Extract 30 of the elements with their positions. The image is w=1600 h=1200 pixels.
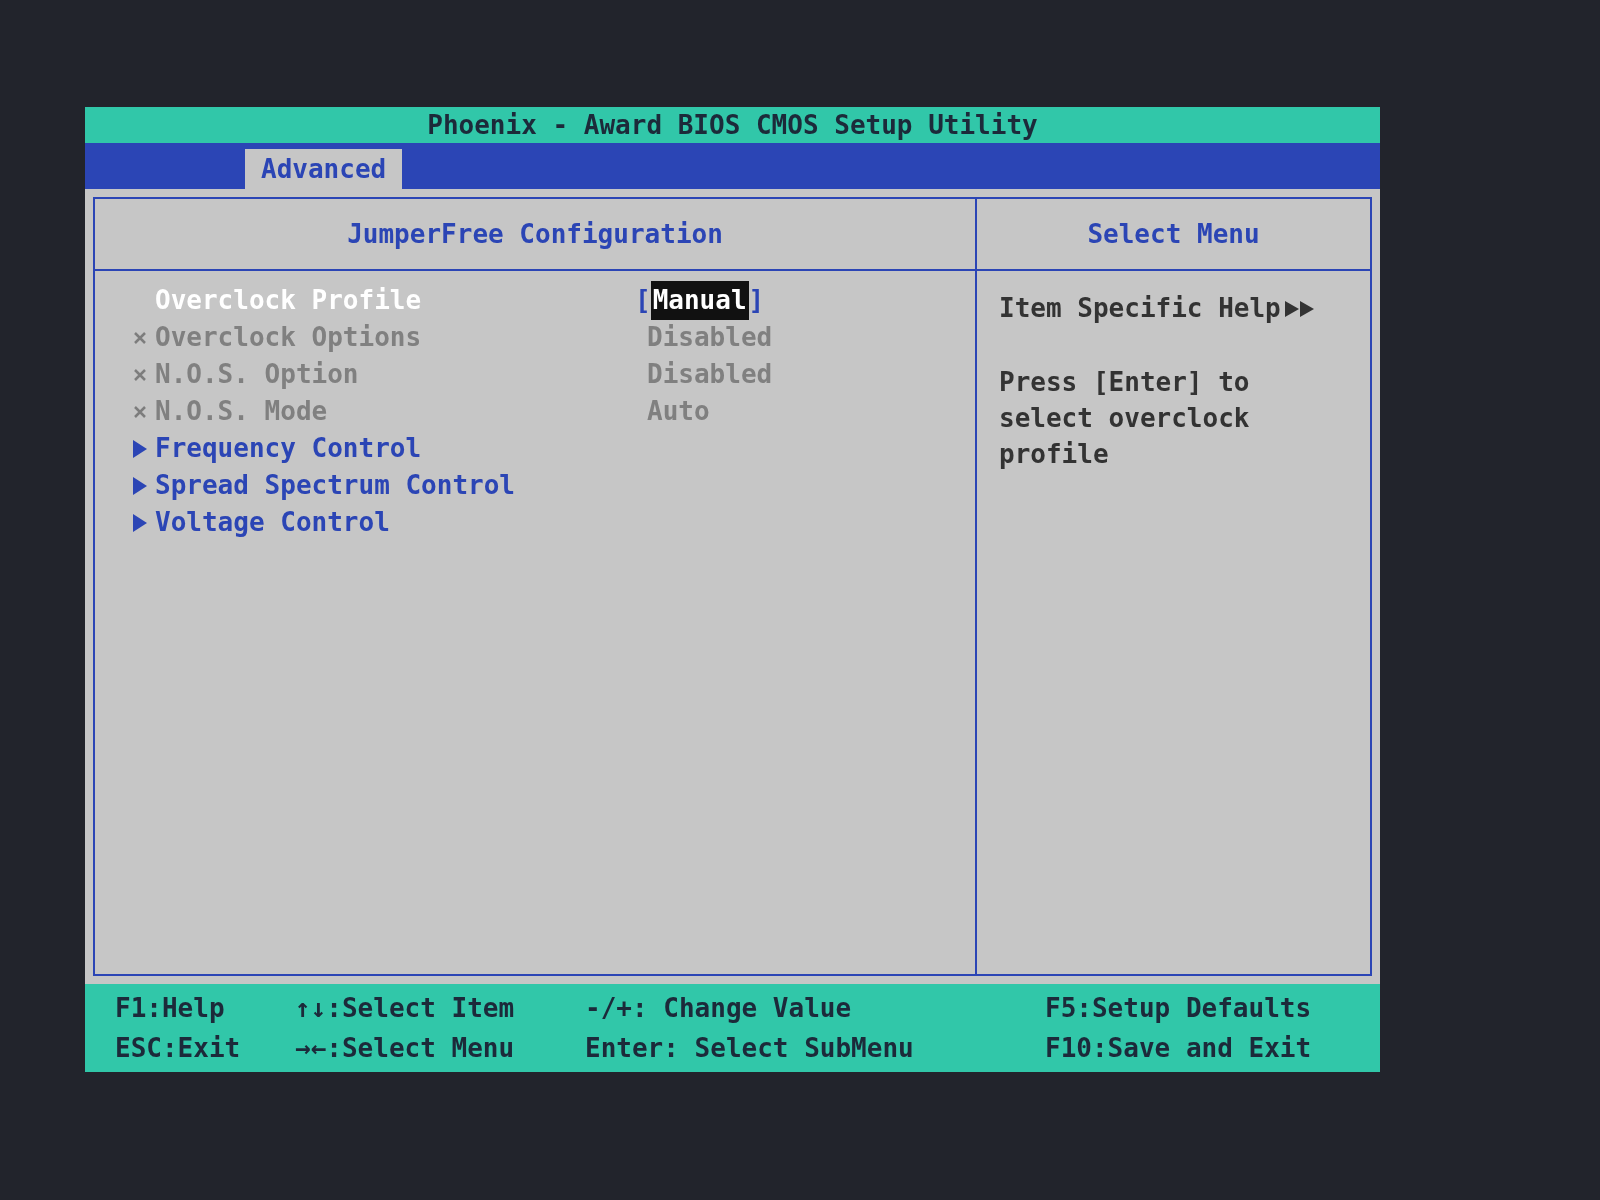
setting-value: Disabled bbox=[646, 358, 773, 391]
key-hint: -/+: Change Value bbox=[585, 991, 853, 1025]
submenu-item[interactable]: Voltage Control bbox=[155, 503, 635, 542]
help-text: Press [Enter] to select overclock profile bbox=[999, 366, 1251, 471]
key-hint: F10:Save and Exit bbox=[1045, 1031, 1313, 1065]
submenu-item[interactable]: Frequency Control bbox=[155, 429, 635, 468]
help-heading: Item Specific Help bbox=[999, 292, 1281, 325]
setting-value: Disabled bbox=[646, 321, 773, 354]
window-title: Phoenix - Award BIOS CMOS Setup Utility bbox=[427, 108, 1038, 142]
submenu-item[interactable]: Spread Spectrum Control bbox=[155, 466, 635, 505]
triangle-icon bbox=[133, 513, 147, 532]
key-hint: →←:Select Menu bbox=[295, 1031, 516, 1065]
panel-title: JumperFree Configuration bbox=[347, 217, 723, 251]
setting-value[interactable]: Manual bbox=[650, 281, 749, 320]
key-hint: F5:Setup Defaults bbox=[1045, 991, 1313, 1025]
bracket: [ bbox=[635, 284, 651, 317]
double-triangle-icon bbox=[1284, 300, 1315, 317]
bracket: ] bbox=[748, 284, 765, 317]
setting-label: N.O.S. Mode bbox=[155, 395, 329, 428]
key-hint: ESC:Exit bbox=[115, 1031, 242, 1065]
setting-value: Auto bbox=[646, 395, 710, 428]
key-hint: F1:Help bbox=[115, 991, 226, 1025]
triangle-icon bbox=[133, 439, 147, 458]
help-title: Select Menu bbox=[1087, 217, 1260, 251]
key-hint: Enter: Select SubMenu bbox=[585, 1031, 915, 1065]
setting-label: Overclock Options bbox=[155, 321, 423, 354]
setting-label: N.O.S. Option bbox=[155, 358, 360, 391]
tab[interactable]: Advanced bbox=[245, 149, 403, 189]
key-hint: ↑↓:Select Item bbox=[295, 991, 516, 1025]
triangle-icon bbox=[133, 476, 147, 495]
